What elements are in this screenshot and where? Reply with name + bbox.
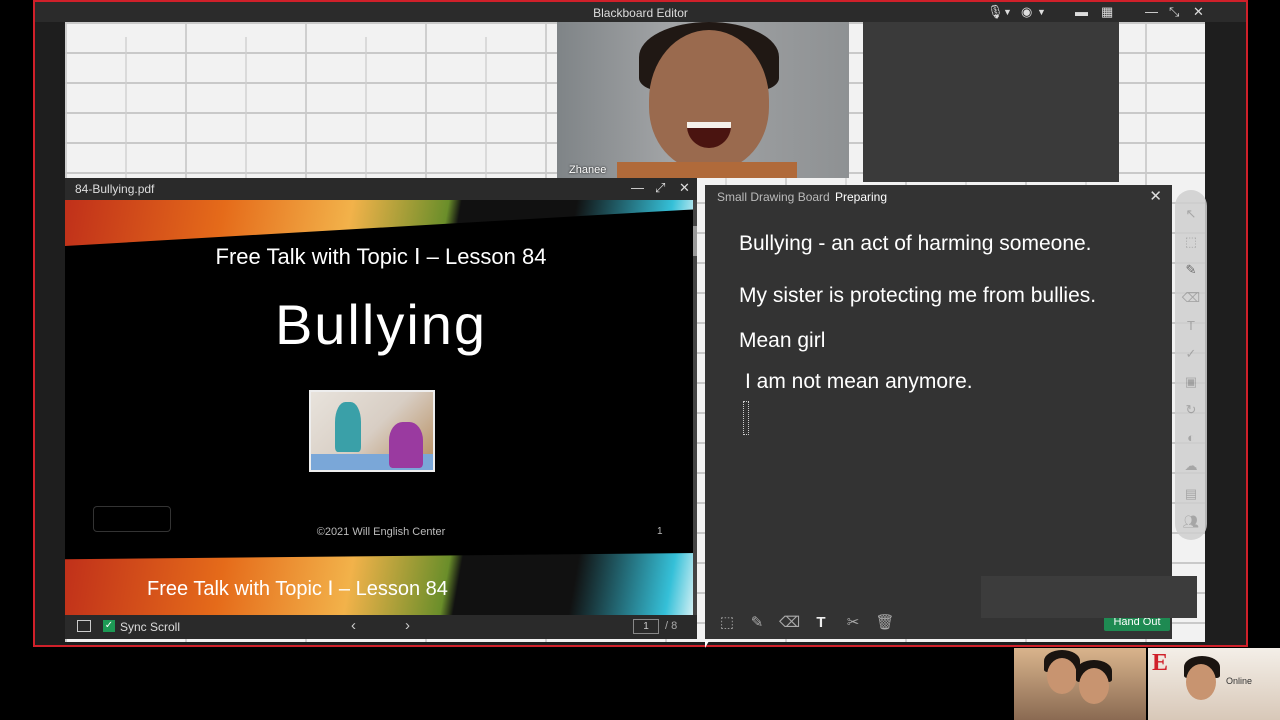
photo-person [335, 402, 361, 452]
slide-photo [309, 390, 435, 472]
pdf-viewer-window: 84-Bullying.pdf — ⤢ ✕ Free Talk with Top… [65, 178, 697, 639]
webcam-icon[interactable]: ◉ [1021, 4, 1032, 20]
users-icon[interactable]: 👥︎ [1181, 512, 1201, 532]
scissors-icon[interactable]: ✂ [843, 613, 863, 633]
toolbox-icon[interactable]: ▤ [1181, 484, 1201, 504]
drawing-board-title: Small Drawing Board [717, 190, 830, 204]
slide-page-number: 1 [657, 526, 663, 537]
eraser-icon[interactable]: ⌫ [1181, 288, 1201, 308]
text-cursor [743, 401, 749, 435]
pdf-slide[interactable]: Free Talk with Topic Ⅰ – Lesson 84 Bully… [65, 200, 697, 615]
next-slide-subtitle: Free Talk with Topic Ⅰ – Lesson 84 [147, 578, 448, 600]
overlay-panel [981, 576, 1197, 618]
pdf-scroll-thumb[interactable] [693, 226, 697, 256]
trash-icon[interactable]: ▣ [1181, 372, 1201, 392]
chevron-down-icon[interactable]: ▼ [1003, 4, 1012, 20]
school-logo: E [1152, 650, 1169, 676]
drawing-board-header: Small Drawing Board Preparing ✕ [705, 185, 1172, 209]
slide-subtitle: Free Talk with Topic Ⅰ – Lesson 84 [215, 244, 547, 269]
page-total: / 8 [665, 620, 678, 632]
select-icon[interactable]: ⬚ [1181, 232, 1201, 252]
page-input[interactable]: 1 [633, 619, 659, 634]
pdf-filename: 84-Bullying.pdf [75, 182, 155, 196]
face [649, 30, 769, 170]
drawing-board-status: Preparing [835, 190, 888, 204]
pdf-titlebar: 84-Bullying.pdf — ⤢ ✕ [65, 178, 697, 200]
photo-person [389, 422, 423, 468]
small-drawing-board: Small Drawing Board Preparing ✕ Bullying… [705, 185, 1172, 639]
slide-title: Bullying [274, 293, 488, 356]
pdf-footer: ✓ Sync Scroll ‹ › 1 / 8 [65, 615, 697, 639]
shrink-icon[interactable]: ⤡ [1169, 4, 1179, 20]
slide-copyright: ©2021 Will English Center [316, 526, 446, 538]
minimize-icon[interactable]: — [631, 180, 644, 195]
text-tool-icon[interactable]: T [811, 613, 831, 633]
close-icon[interactable]: ✕ [679, 180, 690, 196]
grid-layout-icon[interactable]: ▦ [1101, 4, 1113, 20]
sidebar-toggle-icon[interactable] [77, 620, 91, 632]
eraser-icon[interactable]: ⌫ [779, 613, 800, 633]
close-icon[interactable]: ✕ [1193, 4, 1204, 20]
shape-icon[interactable]: ✓ [1181, 344, 1201, 364]
window-titlebar: Blackboard Editor 🎙︎ ▼ ◉ ▼ ▬ ▦ — ⤡ ✕ [35, 2, 1246, 22]
camera-thumbnail[interactable] [1014, 648, 1146, 720]
logo-caption: Online [1226, 676, 1253, 686]
text-tool-icon[interactable]: T [1181, 316, 1201, 336]
close-icon[interactable]: ✕ [1149, 187, 1162, 205]
cloud-icon[interactable]: ☁ [1181, 456, 1201, 476]
board-text-line[interactable]: I am not mean anymore. [745, 370, 973, 394]
face [1079, 668, 1109, 704]
pen-icon[interactable]: ✎ [1181, 260, 1201, 280]
empty-video-slot [863, 22, 1119, 182]
refresh-icon[interactable]: ↻ [1181, 400, 1201, 420]
side-toolbar: ↖ ⬚ ✎ ⌫ T ✓ ▣ ↻ ◐ ☁ ▤ 👥︎ [1175, 190, 1207, 540]
face [1186, 664, 1216, 700]
teacher-video[interactable]: Zhanee [557, 22, 849, 178]
sync-scroll-checkbox[interactable]: ✓ [103, 620, 115, 632]
pointer-icon[interactable]: ↖ [1181, 204, 1201, 224]
camera-icon[interactable]: ▬ [1075, 4, 1088, 20]
blackboard-editor-window: Blackboard Editor 🎙︎ ▼ ◉ ▼ ▬ ▦ — ⤡ ✕ Zha… [33, 0, 1248, 647]
face [1047, 658, 1077, 694]
slide-header-swoosh [65, 200, 697, 246]
minimize-icon[interactable]: — [1145, 4, 1158, 20]
shirt [617, 162, 797, 178]
camera-thumbnail[interactable]: E Online [1148, 648, 1280, 720]
pdf-scrollbar[interactable] [693, 200, 697, 615]
board-text-line[interactable]: My sister is protecting me from bullies. [739, 284, 1096, 308]
pen-icon[interactable]: ✎ [747, 613, 767, 633]
mouse-cursor [705, 641, 709, 648]
expand-icon[interactable]: ⤢ [655, 180, 665, 196]
participant-name: Zhanee [569, 164, 607, 176]
sync-scroll-label: Sync Scroll [120, 620, 181, 634]
mute-mic-icon[interactable]: 🎙︎ [987, 4, 1004, 20]
select-icon[interactable]: ⬚ [717, 613, 737, 633]
screen: Blackboard Editor 🎙︎ ▼ ◉ ▼ ▬ ▦ — ⤡ ✕ Zha… [0, 0, 1280, 720]
board-text-line[interactable]: Bullying - an act of harming someone. [739, 232, 1092, 256]
gamepad-icon[interactable]: ◐ [1181, 428, 1201, 448]
chevron-down-icon[interactable]: ▼ [1037, 4, 1046, 20]
window-title: Blackboard Editor [593, 6, 688, 20]
trash-icon[interactable]: 🗑︎ [875, 613, 895, 633]
next-page-button[interactable]: › [405, 617, 410, 634]
board-text-line[interactable]: Mean girl [739, 329, 825, 353]
prev-page-button[interactable]: ‹ [351, 617, 356, 634]
